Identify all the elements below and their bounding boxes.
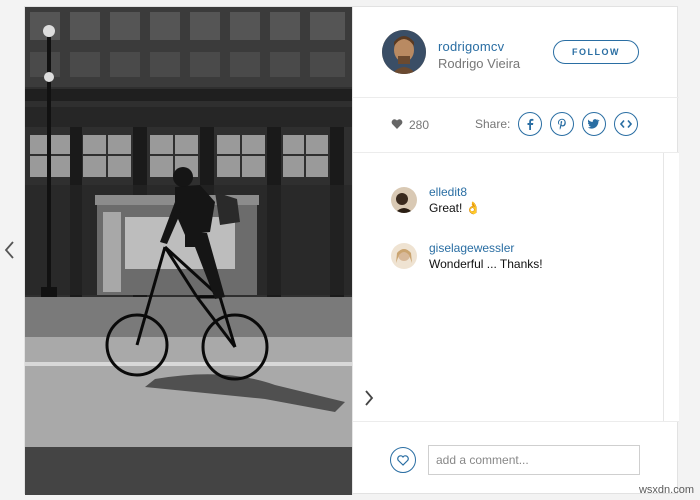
profile-header: rodrigomcv Rodrigo Vieira FOLLOW <box>353 7 679 98</box>
post-stats-bar: 280 Share: <box>353 97 679 153</box>
follow-button[interactable]: FOLLOW <box>553 40 639 64</box>
comments-list: elledit8 Great! 👌 giselagewessler Wonder… <box>353 153 663 421</box>
previous-post-arrow-icon[interactable] <box>2 238 16 262</box>
share-label: Share: <box>475 117 511 131</box>
watermark: wsxdn.com <box>638 484 694 496</box>
comment-username[interactable]: elledit8 <box>429 185 467 199</box>
commenter-avatar[interactable] <box>391 243 417 269</box>
comment-input[interactable] <box>428 445 640 475</box>
twitter-icon <box>588 119 600 129</box>
heart-icon <box>391 119 403 129</box>
like-button[interactable] <box>390 447 416 473</box>
facebook-share-button[interactable] <box>518 112 542 136</box>
post-modal: rodrigomcv Rodrigo Vieira FOLLOW 280 Sha… <box>24 6 679 495</box>
embed-icon <box>620 119 632 129</box>
avatar[interactable] <box>382 30 426 74</box>
twitter-share-button[interactable] <box>582 112 606 136</box>
comment-composer <box>353 421 679 496</box>
pinterest-share-button[interactable] <box>550 112 574 136</box>
embed-share-button[interactable] <box>614 112 638 136</box>
commenter-avatar[interactable] <box>391 187 417 213</box>
comments-scrollbar[interactable] <box>663 153 679 421</box>
profile-full-name: Rodrigo Vieira <box>438 56 521 71</box>
like-count: 280 <box>409 118 430 132</box>
pinterest-icon <box>558 118 566 130</box>
comment-text: Great! 👌 <box>429 201 481 215</box>
facebook-icon <box>527 118 534 130</box>
next-post-arrow-icon[interactable] <box>363 387 375 409</box>
profile-username[interactable]: rodrigomcv <box>438 39 504 54</box>
comment-username[interactable]: giselagewessler <box>429 241 514 255</box>
heart-outline-icon <box>397 454 409 466</box>
comment-text: Wonderful ... Thanks! <box>429 257 543 271</box>
post-sidebar: rodrigomcv Rodrigo Vieira FOLLOW 280 Sha… <box>352 7 679 495</box>
post-photo <box>25 7 352 495</box>
